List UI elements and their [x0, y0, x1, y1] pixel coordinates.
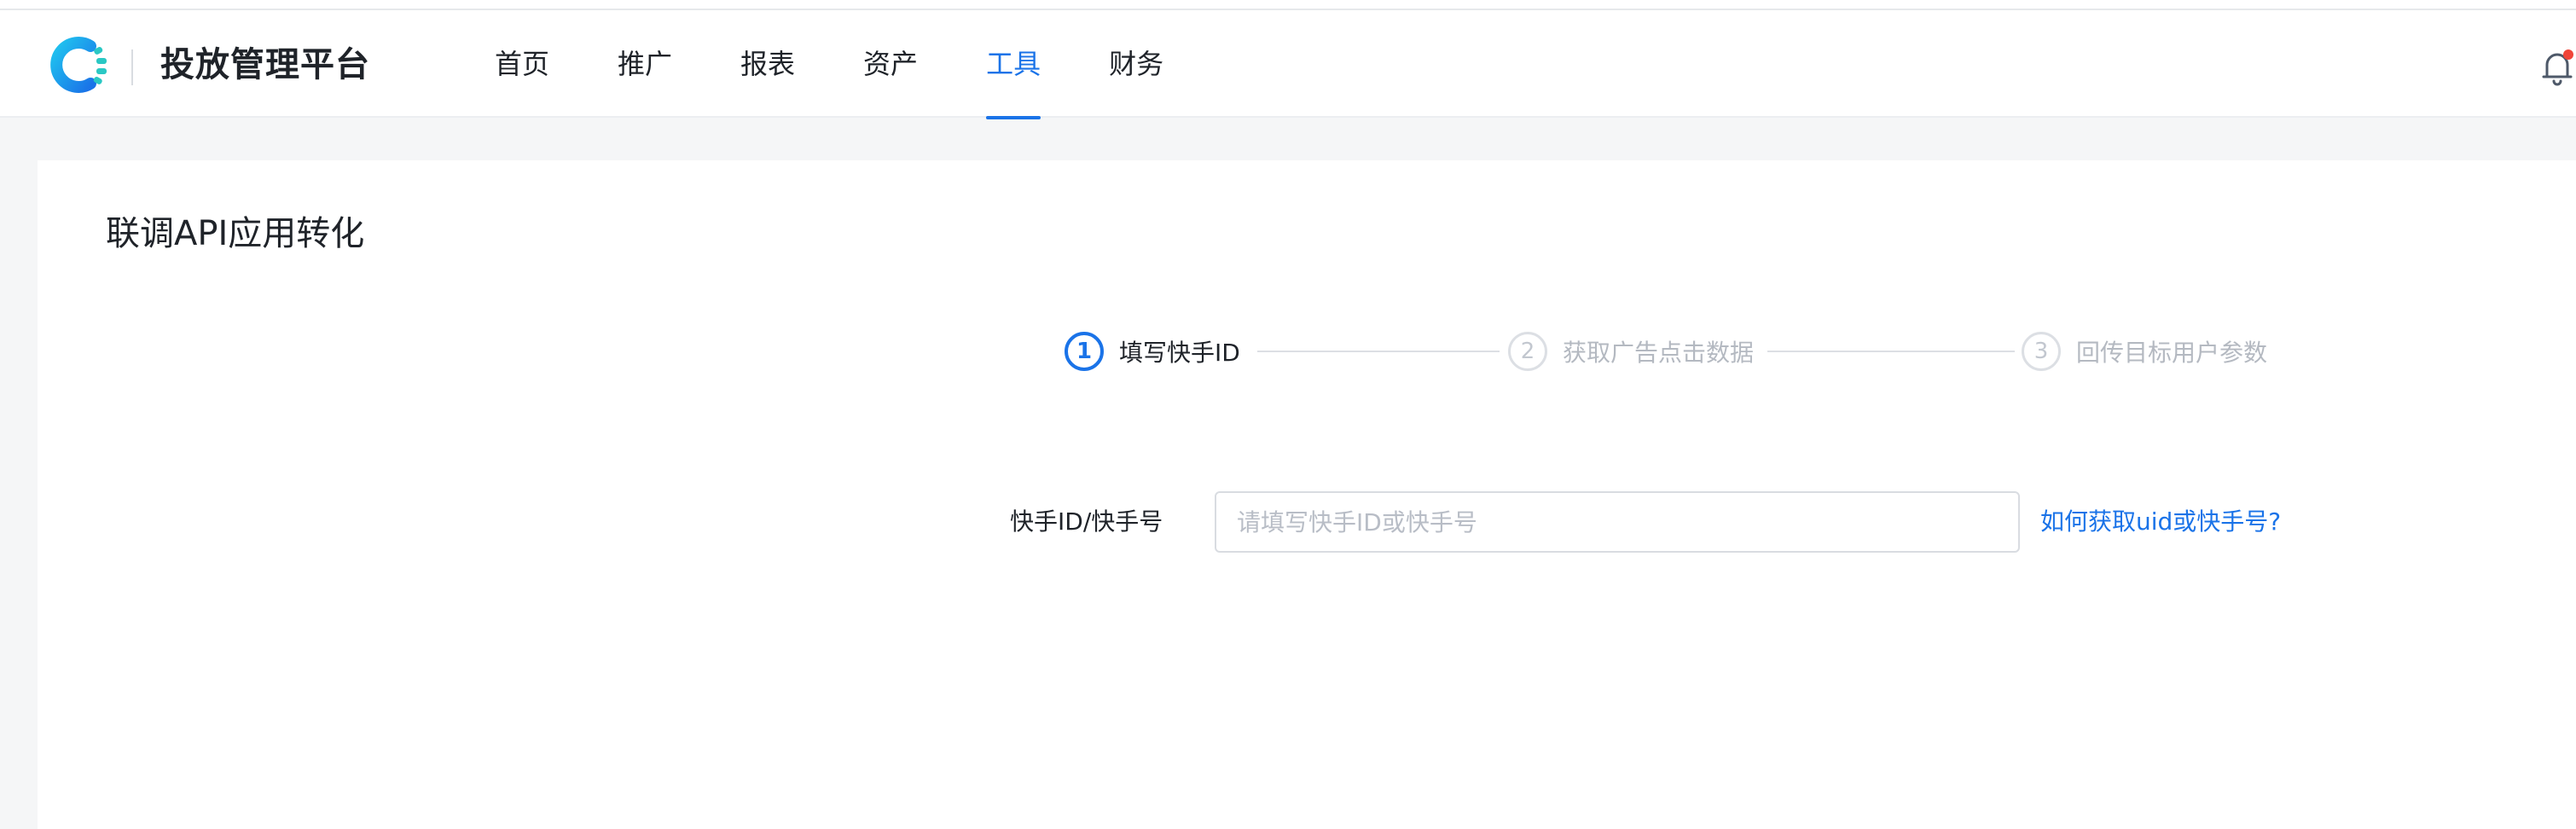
- nav-item-assets[interactable]: 资产: [863, 10, 918, 118]
- step-1-number: 1: [1065, 332, 1104, 371]
- kuaishou-id-input[interactable]: [1215, 491, 2020, 553]
- kuaishou-id-row: 快手ID/快手号 如何获取uid或快手号?: [1010, 491, 2289, 553]
- logo-divider: [131, 49, 133, 85]
- kuaishou-c-logo[interactable]: [48, 34, 109, 96]
- step-3-label: 回传目标用户参数: [2076, 339, 2268, 367]
- notification-dot: [2563, 49, 2573, 60]
- step-connector-2: [1767, 351, 2015, 352]
- nav-item-promotion[interactable]: 推广: [618, 10, 672, 118]
- nav-item-tools[interactable]: 工具: [986, 10, 1041, 119]
- step-indicator: 1 填写快手ID 2 获取广告点击数据 3 回传目标用户参数: [1029, 328, 2274, 375]
- main-nav: 首页 推广 报表 资产 工具 财务: [495, 10, 1232, 119]
- bell-icon[interactable]: [2540, 48, 2574, 87]
- step-3-number: 3: [2022, 332, 2061, 371]
- kuaishou-id-label: 快手ID/快手号: [1010, 507, 1163, 536]
- step-1: 1 填写快手ID: [1065, 328, 1240, 375]
- nav-item-reports[interactable]: 报表: [740, 10, 795, 118]
- step-1-label: 填写快手ID: [1119, 339, 1240, 367]
- window-top-edge: [0, 0, 2576, 10]
- step-connector-1: [1257, 351, 1500, 352]
- step-2-number: 2: [1508, 332, 1547, 371]
- step-3: 3 回传目标用户参数: [2022, 328, 2267, 375]
- nav-item-home[interactable]: 首页: [495, 10, 549, 118]
- content-panel: 联调API应用转化 1 填写快手ID 2 获取广告点击数据 3 回传目标用户参数…: [38, 160, 2576, 829]
- brand-name: 投放管理平台: [160, 45, 370, 84]
- step-2-label: 获取广告点击数据: [1563, 339, 1755, 367]
- step-2: 2 获取广告点击数据: [1508, 328, 1754, 375]
- how-to-get-uid-link[interactable]: 如何获取uid或快手号?: [2040, 491, 2281, 553]
- top-header: 投放管理平台 首页 推广 报表 资产 工具 财务: [0, 10, 2576, 119]
- nav-item-finance[interactable]: 财务: [1109, 10, 1163, 118]
- page-title: 联调API应用转化: [106, 214, 365, 253]
